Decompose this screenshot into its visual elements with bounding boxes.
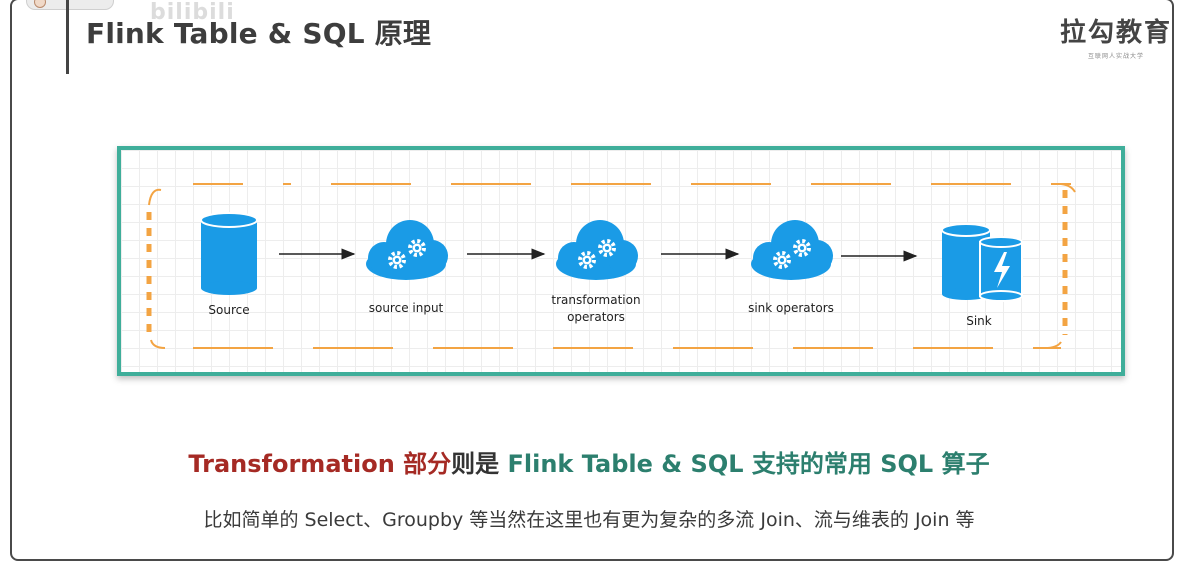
node-label-sink: Sink (966, 314, 992, 328)
source-input-cloud-icon (366, 220, 448, 280)
node-label-transformation-line2: operators (567, 310, 625, 324)
transformation-cloud-icon (556, 220, 638, 280)
flow-diagram: Source source input transformation opera… (117, 146, 1125, 376)
caption-highlight-transformation: Transformation 部分 (188, 450, 452, 478)
source-database-icon (200, 212, 258, 295)
logo-text: 拉勾教育 (1060, 18, 1173, 48)
title-accent-bar (66, 0, 69, 74)
caption-highlight-flink: Flink Table & SQL 支持的常用 SQL 算子 (507, 450, 990, 478)
node-label-source: Source (208, 303, 249, 317)
sub-caption: 比如简单的 Select、Groupby 等当然在这里也有更为复杂的多流 Joi… (203, 509, 975, 531)
node-label-source-input: source input (369, 301, 444, 315)
sink-database-lightning-icon (941, 223, 1023, 302)
sink-operators-cloud-icon (751, 220, 833, 280)
page-title: Flink Table & SQL 原理 (86, 17, 432, 50)
node-label-sink-operators: sink operators (748, 301, 834, 315)
flow-diagram-canvas: Source source input transformation opera… (146, 183, 1076, 349)
logo-subtext: 互联网人实战大学 (1087, 53, 1144, 60)
brand-logo: 拉勾教育 互联网人实战大学 (1060, 12, 1172, 60)
node-label-transformation-line1: transformation (551, 293, 640, 307)
caption-connector: 则是 (451, 450, 508, 478)
main-caption: Transformation 部分则是 Flink Table & SQL 支持… (0, 444, 1178, 479)
